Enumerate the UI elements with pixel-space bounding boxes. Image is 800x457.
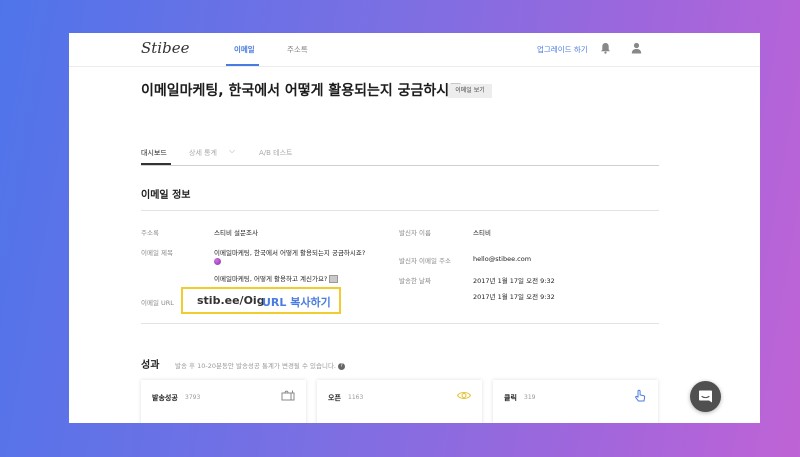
results-note-text: 발송 후 10-20분동안 발송성공 통계가 변경될 수 있습니다.	[175, 362, 336, 370]
user-icon[interactable]	[631, 42, 642, 54]
stat-value: 319	[524, 394, 536, 401]
stat-label: 클릭	[504, 394, 517, 402]
chat-support-button[interactable]	[690, 381, 721, 412]
page-title: 이메일마케팅, 한국에서 어떻게 활용되는지 궁금하시죠?	[141, 80, 483, 100]
crystal-ball-icon	[214, 258, 221, 265]
sender-name-value: 스티비	[473, 229, 491, 237]
divider	[141, 210, 659, 211]
hand-pointer-icon	[635, 389, 646, 402]
email-url-label: 이메일 URL	[141, 299, 174, 307]
inbox-icon	[329, 275, 339, 283]
dashboard-tabs: 대시보드 상세 통계 ⌵ A/B 테스트	[141, 145, 659, 166]
eye-icon	[456, 391, 472, 400]
chat-icon	[699, 390, 712, 403]
email-url-value[interactable]: stib.ee/Oig	[197, 294, 265, 307]
url-highlight-box: stib.ee/Oig URL 복사하기	[181, 287, 341, 314]
stat-label: 오픈	[328, 394, 341, 402]
tab-dashboard[interactable]: 대시보드	[141, 148, 167, 158]
sent-date-value: 2017년 1월 17일 오전 9:32	[473, 277, 555, 285]
tab-detailed-stats[interactable]: 상세 통계	[189, 148, 217, 158]
stat-card-open[interactable]: 오픈 1163	[317, 380, 482, 423]
stibee-logo[interactable]: Stibee	[141, 39, 189, 57]
bell-icon[interactable]	[600, 42, 611, 54]
results-note: 발송 후 10-20분동안 발송성공 통계가 변경될 수 있습니다.?	[175, 360, 345, 370]
subject-value-2-text: 이메일마케팅, 어떻게 활용하고 계신가요?	[214, 275, 328, 283]
nav-tab-email[interactable]: 이메일	[234, 44, 255, 55]
address-book-value: 스티비 설문조사	[214, 229, 258, 237]
nav-tab-address-book[interactable]: 주소록	[287, 44, 308, 55]
address-book-label: 주소록	[141, 229, 159, 237]
app-window: Stibee 이메일 주소록 업그레이드 하기 이메일마케팅, 한국에서 어떻게…	[69, 33, 760, 423]
stat-value: 1163	[348, 394, 364, 401]
email-info-title: 이메일 정보	[141, 190, 191, 201]
divider	[141, 323, 659, 324]
stat-label: 발송성공	[152, 394, 178, 402]
stat-card-click[interactable]: 클릭 319	[493, 380, 658, 423]
copy-url-button[interactable]: URL 복사하기	[262, 294, 331, 310]
active-subtab-underline	[141, 163, 171, 165]
active-tab-underline	[226, 64, 259, 66]
stat-value: 3793	[185, 394, 201, 401]
top-navigation: Stibee 이메일 주소록 업그레이드 하기	[69, 33, 760, 67]
chevron-down-icon[interactable]: ⌵	[229, 146, 235, 156]
upgrade-link[interactable]: 업그레이드 하기	[537, 44, 588, 55]
help-icon[interactable]: ?	[338, 362, 345, 370]
sender-email-value: hello@stibee.com	[473, 255, 532, 263]
subject-label: 이메일 제목	[141, 249, 173, 257]
subject-value: 이메일마케팅, 한국에서 어떻게 활용되는지 궁금하시죠?	[214, 249, 366, 257]
tab-ab-test[interactable]: A/B 테스트	[259, 148, 293, 158]
sent-date-label: 발송한 날짜	[399, 277, 431, 285]
view-email-button[interactable]: 이메일 보기	[448, 84, 492, 98]
page-title-text: 이메일마케팅, 한국에서 어떻게 활용되는지 궁금하시죠?	[141, 83, 471, 99]
sent-date-value-2: 2017년 1월 17일 오전 9:32	[473, 293, 555, 301]
sender-name-label: 발신자 이름	[399, 229, 431, 237]
stat-card-delivered[interactable]: 발송성공 3793	[141, 380, 306, 423]
subject-value-2: 이메일마케팅, 어떻게 활용하고 계신가요?	[214, 273, 339, 283]
results-title: 성과	[141, 360, 160, 371]
mailbox-icon	[281, 390, 295, 401]
sender-email-label: 발신자 이메일 주소	[399, 257, 451, 265]
